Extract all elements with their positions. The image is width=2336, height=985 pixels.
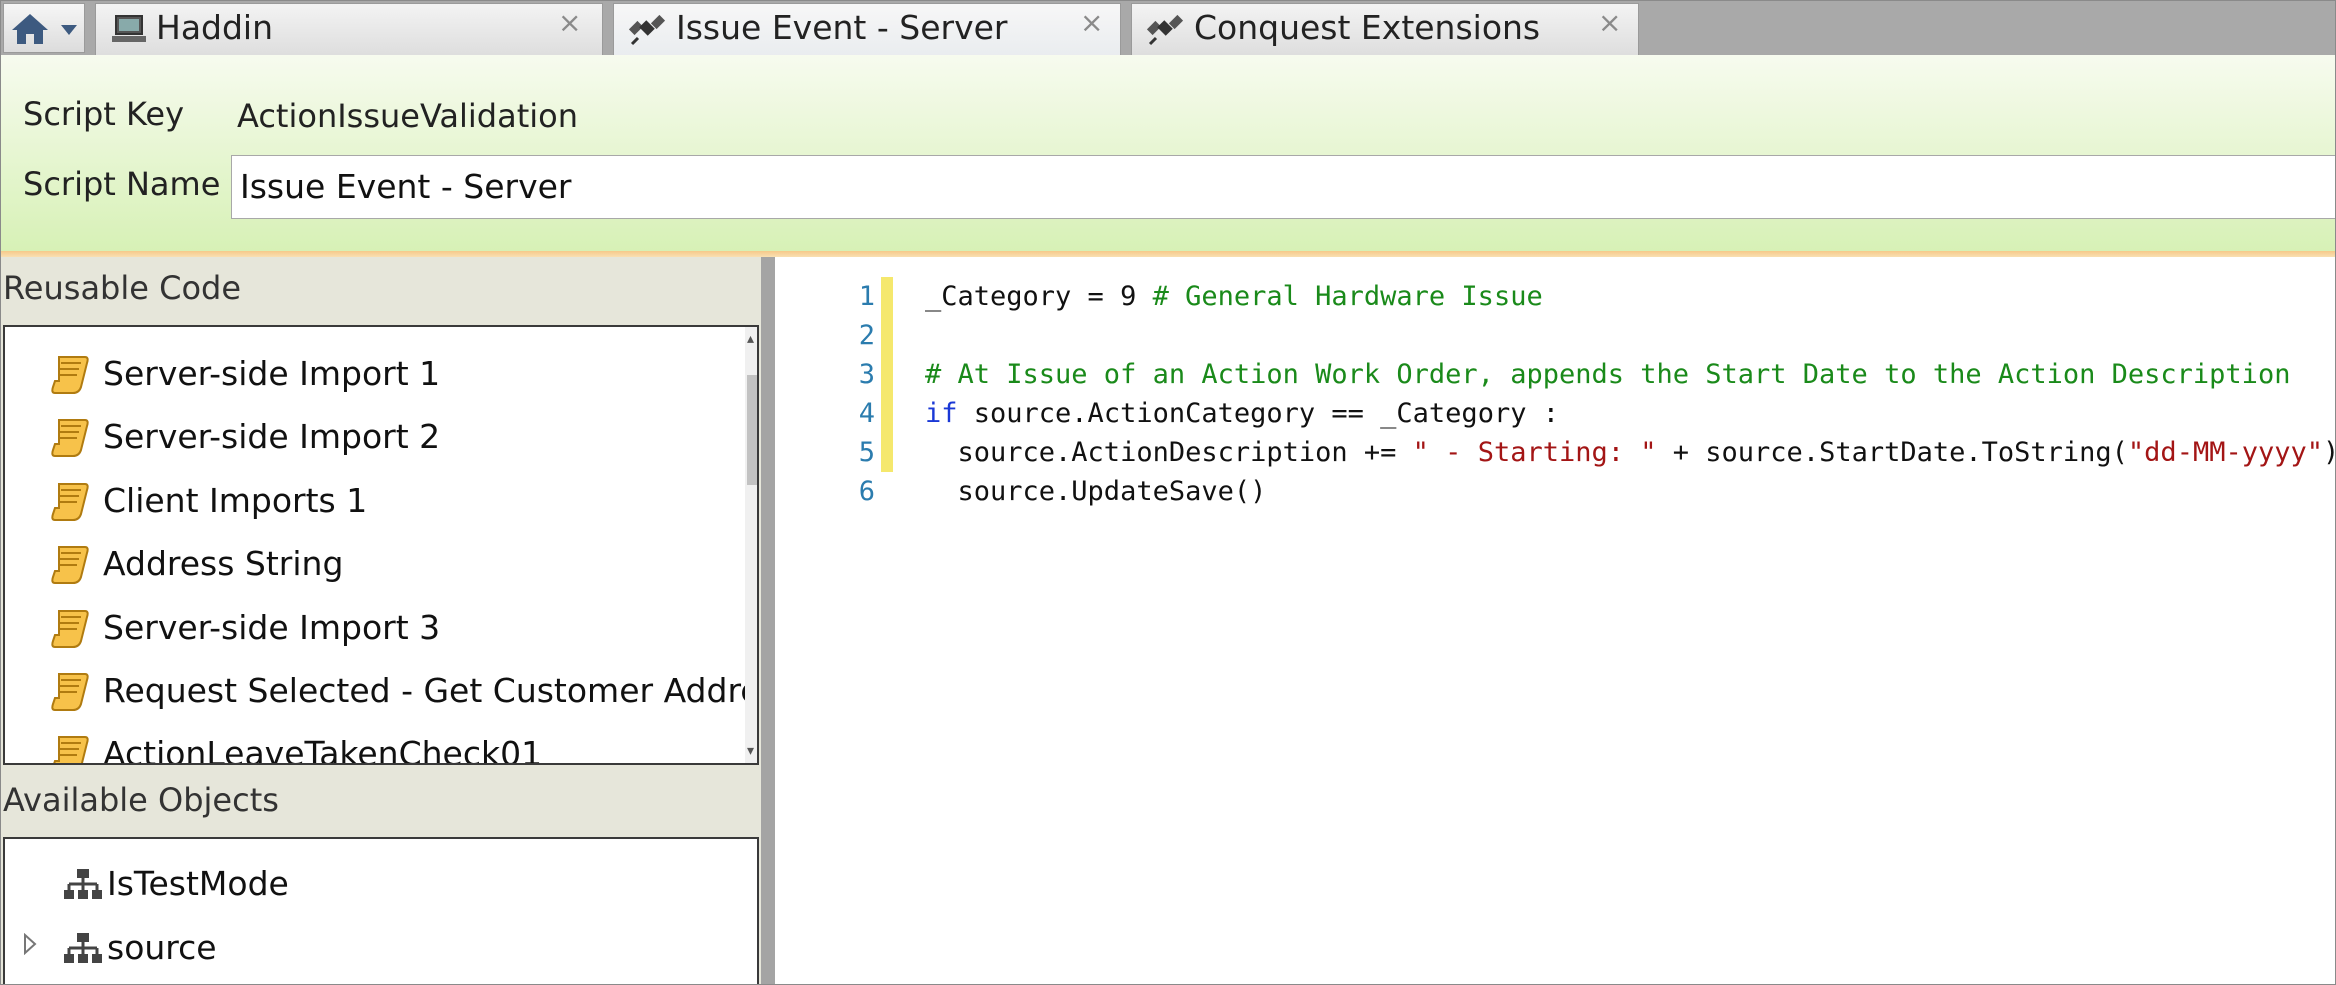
chevron-down-icon	[61, 25, 77, 35]
script-scroll-icon	[51, 419, 89, 457]
script-scroll-icon	[51, 610, 89, 648]
code-comment: # At Issue of an Action Work Order, appe…	[925, 359, 2291, 390]
change-marker	[881, 433, 893, 472]
code-token: + source.StartDate.ToString(	[1656, 437, 2128, 468]
line-number: 6	[858, 476, 875, 507]
code-token: _Category = 9	[925, 281, 1153, 312]
satellite-icon	[628, 14, 666, 46]
code-token: source.ActionCategory == _Category :	[957, 398, 1559, 429]
close-tab-icon[interactable]: ×	[1080, 8, 1103, 38]
code-text: source.UpdateSave()	[925, 472, 1267, 511]
code-editor[interactable]: 1 _Category = 9 # General Hardware Issue…	[775, 257, 2336, 984]
line-number: 4	[858, 398, 875, 429]
close-tab-icon[interactable]: ×	[558, 8, 581, 38]
code-line: 2	[775, 316, 2335, 355]
script-header: Script Key ActionIssueValidation Script …	[1, 55, 2335, 251]
script-scroll-icon	[51, 483, 89, 521]
code-string: " - Starting: "	[1412, 437, 1657, 468]
script-name-input[interactable]: Issue Event - Server	[231, 155, 2335, 219]
available-objects-title: Available Objects	[3, 781, 279, 819]
available-objects-tree: IsTestMode source	[3, 837, 759, 984]
code-keyword: if	[925, 398, 958, 429]
list-item-label: Request Selected - Get Customer Address	[103, 671, 759, 710]
app-window: Haddin × Issue Event - Server × Conquest…	[0, 0, 2336, 985]
script-key-value: ActionIssueValidation	[237, 97, 578, 135]
satellite-icon	[1146, 14, 1184, 46]
code-comment: # General Hardware Issue	[1152, 281, 1543, 312]
tree-item-label: source	[107, 928, 217, 967]
code-line: 6 source.UpdateSave()	[775, 472, 2335, 511]
change-marker	[881, 394, 893, 433]
tab-label: Conquest Extensions	[1194, 8, 1541, 47]
code-line: 1 _Category = 9 # General Hardware Issue	[775, 277, 2335, 316]
code-text: # At Issue of an Action Work Order, appe…	[925, 355, 2290, 394]
script-scroll-icon	[53, 736, 89, 763]
left-panel: Reusable Code Server-side Import 1 Serve…	[1, 257, 761, 984]
close-tab-icon[interactable]: ×	[1598, 8, 1621, 38]
tab-issue-event-server[interactable]: Issue Event - Server ×	[613, 3, 1121, 57]
code-line: 4 if source.ActionCategory == _Category …	[775, 394, 2335, 433]
script-scroll-icon	[51, 673, 89, 711]
expand-arrow-icon[interactable]	[23, 933, 37, 955]
vertical-scrollbar[interactable]: ▴ ▾	[745, 327, 757, 763]
tab-label: Haddin	[156, 8, 274, 47]
script-name-label: Script Name	[23, 165, 221, 203]
scroll-down-icon[interactable]: ▾	[747, 743, 754, 759]
panel-splitter[interactable]	[761, 257, 775, 984]
code-text: _Category = 9 # General Hardware Issue	[925, 277, 1543, 316]
scrollbar-thumb[interactable]	[747, 375, 757, 485]
change-marker	[881, 277, 893, 316]
change-marker	[881, 316, 893, 355]
list-item-label: ActionLeaveTakenCheck01	[103, 734, 543, 765]
hierarchy-icon	[64, 933, 102, 963]
home-icon	[12, 14, 48, 44]
hierarchy-icon	[64, 869, 102, 899]
list-item-label: Server-side Import 3	[103, 608, 441, 647]
line-number: 5	[858, 437, 875, 468]
line-number: 3	[858, 359, 875, 390]
tab-label: Issue Event - Server	[676, 8, 1008, 47]
tab-haddin[interactable]: Haddin ×	[95, 3, 603, 55]
code-token: source.UpdateSave()	[925, 476, 1267, 507]
code-token: )	[2323, 437, 2335, 468]
home-menu-button[interactable]	[3, 3, 85, 53]
code-line: 3 # At Issue of an Action Work Order, ap…	[775, 355, 2335, 394]
reusable-code-title: Reusable Code	[3, 269, 242, 307]
code-text: source.ActionDescription += " - Starting…	[925, 433, 2336, 472]
code-token: source.ActionDescription +=	[925, 437, 1413, 468]
code-text: if source.ActionCategory == _Category :	[925, 394, 1559, 433]
tree-item-label: IsTestMode	[107, 864, 289, 903]
list-item-label: Address String	[103, 544, 344, 583]
list-item-label: Server-side Import 1	[103, 354, 441, 393]
tab-conquest-extensions[interactable]: Conquest Extensions ×	[1131, 3, 1639, 55]
computer-icon	[112, 15, 146, 42]
code-string: "dd-MM-yyyy"	[2127, 437, 2323, 468]
line-number: 1	[858, 281, 875, 312]
script-scroll-icon	[51, 546, 89, 584]
list-item-label: Client Imports 1	[103, 481, 368, 520]
code-line: 5 source.ActionDescription += " - Starti…	[775, 433, 2336, 472]
script-key-label: Script Key	[23, 95, 184, 133]
line-number: 2	[858, 320, 875, 351]
change-marker	[881, 355, 893, 394]
list-item-label: Server-side Import 2	[103, 417, 441, 456]
script-scroll-icon	[51, 356, 89, 394]
tab-strip: Haddin × Issue Event - Server × Conquest…	[1, 1, 2335, 57]
reusable-code-list: Server-side Import 1 Server-side Import …	[3, 325, 759, 765]
scroll-up-icon[interactable]: ▴	[747, 331, 754, 347]
